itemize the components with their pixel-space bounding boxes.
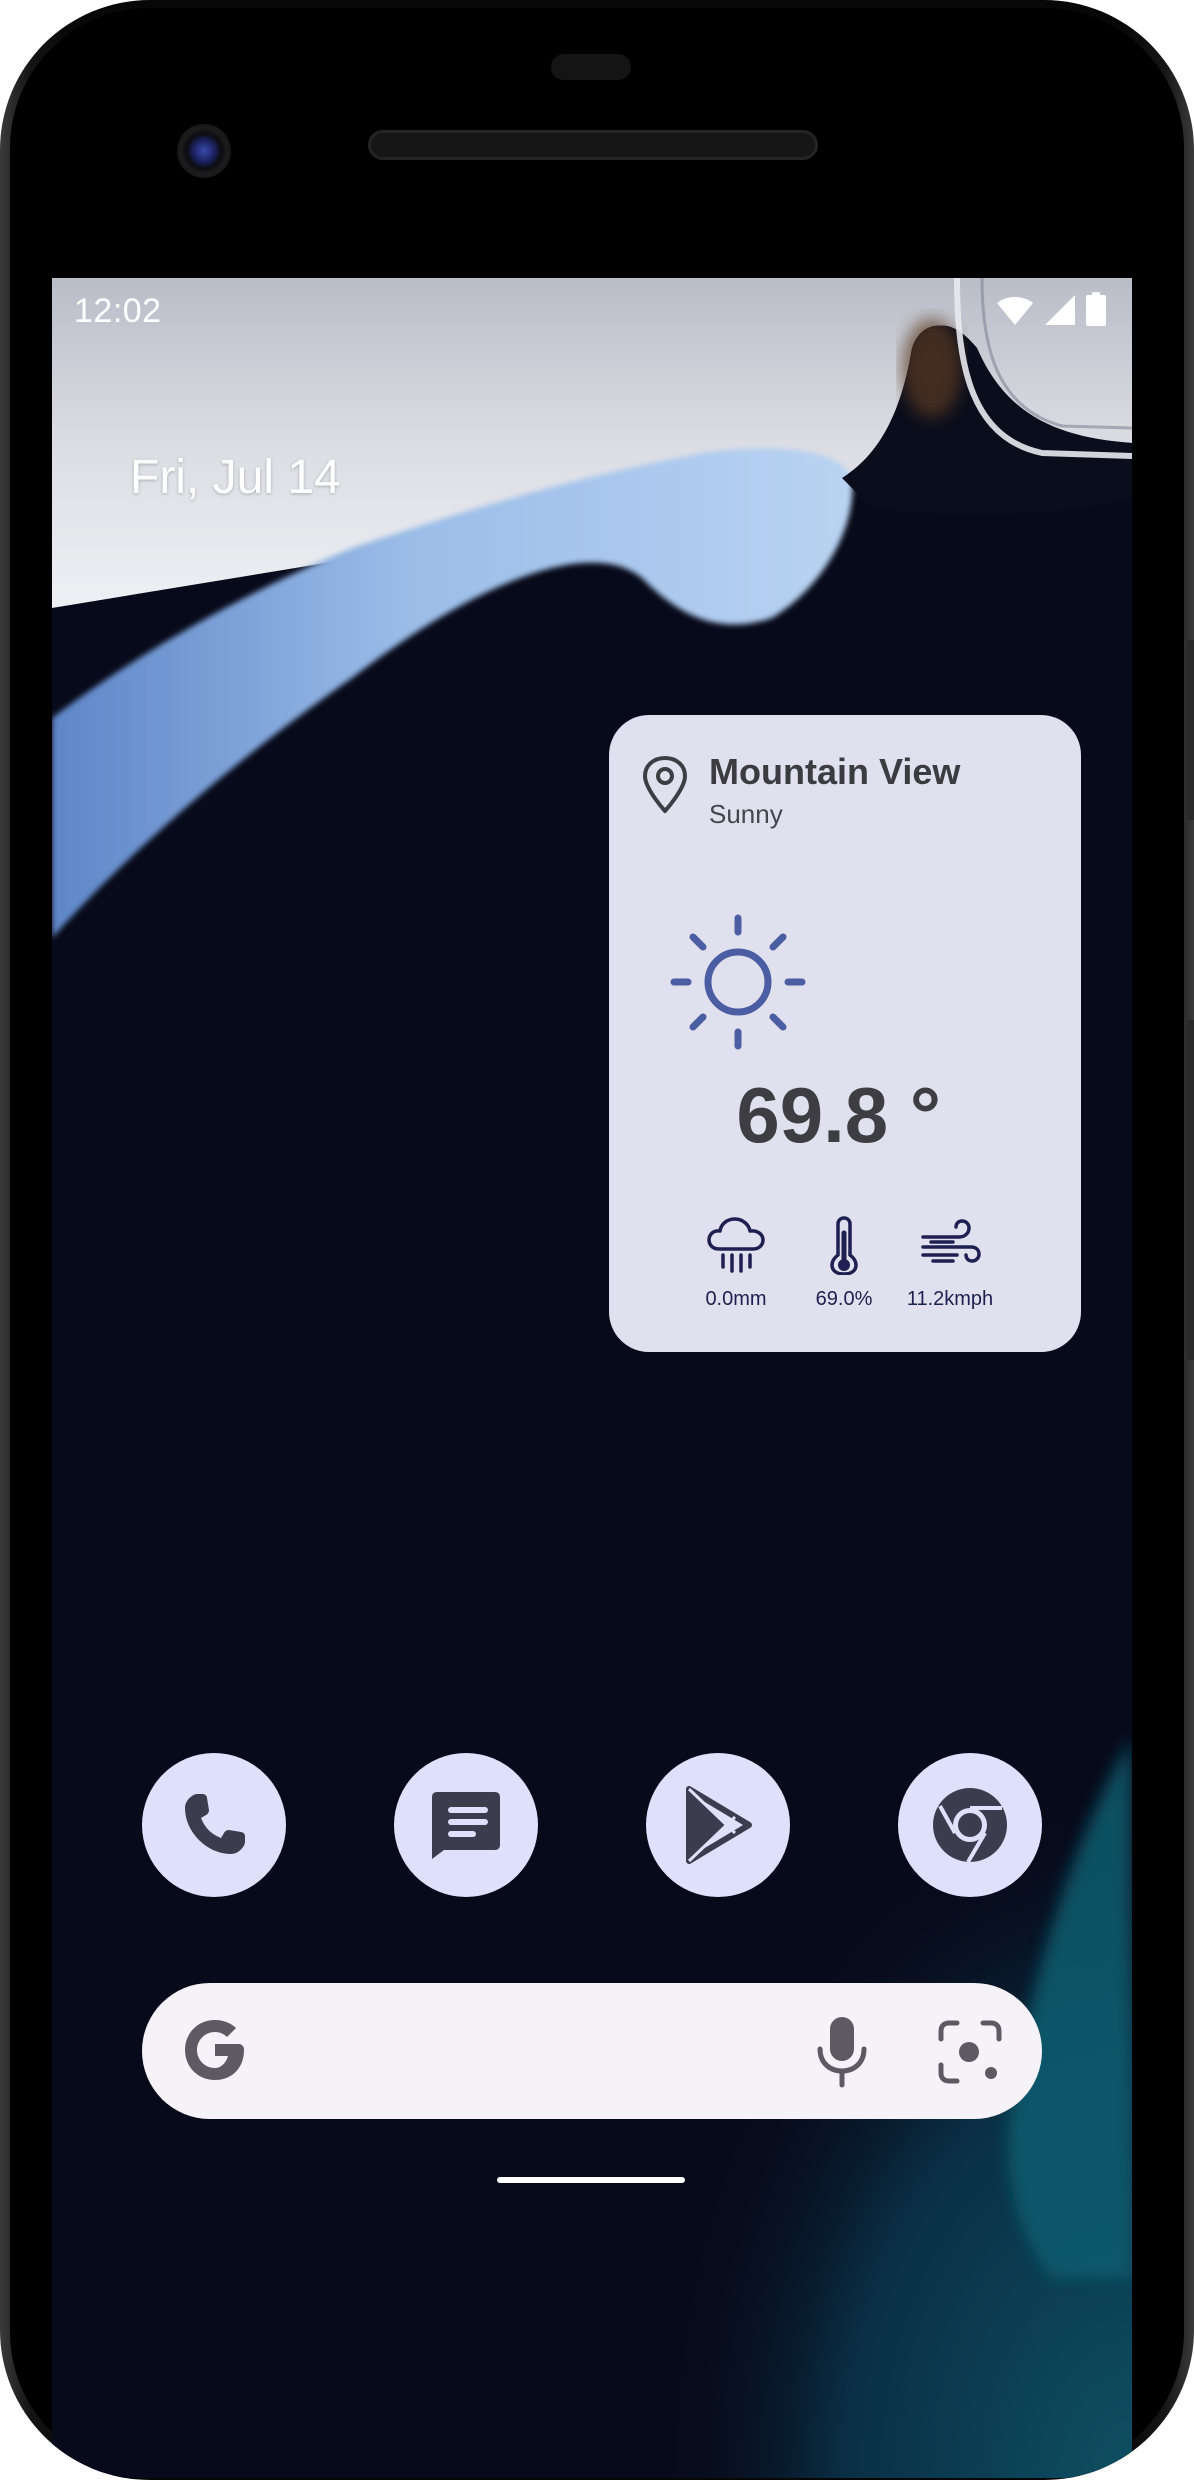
metric-humidity: 69.0% xyxy=(789,1215,899,1311)
wind-icon xyxy=(921,1219,981,1263)
home-date[interactable]: Fri, Jul 14 xyxy=(130,450,341,505)
weather-temperature: 69.8 ° xyxy=(736,1071,941,1159)
location-pin-icon xyxy=(643,756,687,813)
proximity-sensor xyxy=(551,54,631,80)
home-screen: 12:02 Fri, Jul 14 Mountain View Sunny 69… xyxy=(52,278,1132,2478)
front-camera xyxy=(177,124,231,178)
app-chrome[interactable] xyxy=(898,1753,1042,1897)
status-bar: 12:02 xyxy=(52,278,1132,342)
metric-wind: 11.2kmph xyxy=(895,1215,1005,1311)
battery-icon xyxy=(1086,292,1106,326)
app-phone[interactable] xyxy=(142,1753,286,1897)
rain-cloud-icon xyxy=(707,1217,765,1273)
status-time: 12:02 xyxy=(74,292,162,330)
play-store-icon xyxy=(686,1786,752,1864)
cellular-signal-icon xyxy=(1045,295,1075,325)
app-messages[interactable] xyxy=(394,1753,538,1897)
phone-frame: 12:02 Fri, Jul 14 Mountain View Sunny 69… xyxy=(0,0,1194,2480)
microphone-icon[interactable] xyxy=(814,2015,870,2089)
lens-icon[interactable] xyxy=(937,2019,1003,2085)
volume-button xyxy=(1186,1020,1194,1360)
chrome-icon xyxy=(933,1788,1007,1864)
google-search-bar[interactable] xyxy=(142,1983,1042,2119)
thermometer-icon xyxy=(830,1216,858,1276)
humidity-value: 69.0% xyxy=(815,1288,873,1310)
wifi-icon xyxy=(997,297,1033,325)
status-icons xyxy=(996,292,1106,326)
phone-icon xyxy=(185,1794,245,1854)
app-play-store[interactable] xyxy=(646,1753,790,1897)
power-button xyxy=(1186,640,1194,820)
metric-precipitation: 0.0mm xyxy=(681,1215,791,1311)
weather-widget[interactable]: Mountain View Sunny 69.8 ° 0.0mm 69.0% 1… xyxy=(609,715,1081,1352)
weather-condition: Sunny xyxy=(709,799,783,829)
sun-icon xyxy=(670,914,806,1050)
gesture-navigation-handle[interactable] xyxy=(497,2177,685,2183)
wind-value: 11.2kmph xyxy=(906,1288,994,1310)
wallpaper xyxy=(52,278,1132,2478)
precipitation-value: 0.0mm xyxy=(705,1288,767,1310)
google-logo-icon[interactable] xyxy=(178,2013,252,2087)
top-speaker-grille xyxy=(368,130,818,160)
weather-metrics: 0.0mm 69.0% 11.2kmph xyxy=(689,1215,1009,1335)
messages-icon xyxy=(432,1792,500,1859)
weather-location: Mountain View xyxy=(709,751,961,792)
